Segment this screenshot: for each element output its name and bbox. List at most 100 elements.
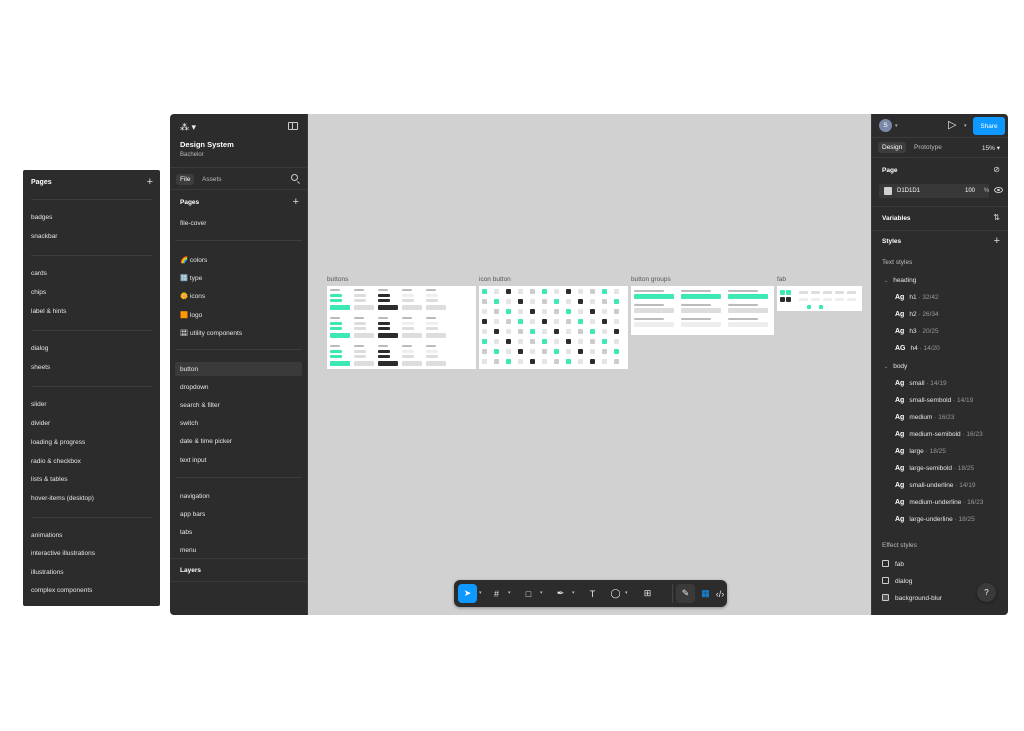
page-item[interactable]: menu <box>180 547 196 554</box>
search-icon[interactable] <box>291 174 298 181</box>
frame-label-button-groups[interactable]: button groups <box>631 276 671 283</box>
chevron-down-icon[interactable]: ▾ <box>479 590 482 596</box>
page-item[interactable]: search & filter <box>180 402 220 409</box>
panel-toggle-icon[interactable] <box>288 122 298 130</box>
page-item[interactable]: dropdown <box>180 384 209 391</box>
page-item[interactable]: 🎛 utility components <box>180 329 242 337</box>
frame-label-icon-button[interactable]: icon button <box>479 276 511 283</box>
frame-tool[interactable]: # <box>487 584 506 603</box>
tab-file[interactable]: File <box>176 174 195 185</box>
layers-section[interactable]: Layers <box>170 558 308 582</box>
text-style-item[interactable]: Ag medium-semibold · 16/23 <box>895 431 983 438</box>
page-item[interactable]: badges <box>31 214 52 221</box>
page-item[interactable]: radio & checkbox <box>31 458 81 465</box>
page-item[interactable]: illustrations <box>31 569 64 576</box>
text-style-item[interactable]: Ag medium · 16/23 <box>895 414 955 421</box>
frame-fab[interactable] <box>777 286 862 311</box>
text-style-item[interactable]: Ag small-sembold · 14/19 <box>895 397 973 404</box>
page-item[interactable]: navigation <box>180 493 210 500</box>
page-item[interactable]: cards <box>31 270 47 277</box>
zoom-level[interactable]: 15% ▾ <box>982 144 1000 152</box>
frame-label-buttons[interactable]: buttons <box>327 276 348 283</box>
page-item[interactable]: interactive illustrations <box>31 550 95 557</box>
text-tool[interactable]: T <box>583 584 602 603</box>
tab-assets[interactable]: Assets <box>198 174 226 185</box>
page-item[interactable]: complex components <box>31 587 92 594</box>
add-page-icon[interactable]: + <box>293 196 299 208</box>
chevron-down-icon[interactable]: ▾ <box>540 590 543 596</box>
frame-buttons[interactable] <box>327 286 476 369</box>
style-group-heading[interactable]: ⌄ heading <box>884 277 916 284</box>
tab-design[interactable]: Design <box>878 142 907 153</box>
page-item[interactable]: snackbar <box>31 233 57 240</box>
page-item[interactable]: sheets <box>31 364 50 371</box>
text-style-item[interactable]: Ag h2 · 26/34 <box>895 311 939 318</box>
page-item[interactable]: 🌈 colors <box>180 256 207 264</box>
page-item[interactable]: divider <box>31 420 50 427</box>
page-color-hex[interactable]: D1D1D1 <box>897 188 920 194</box>
variables-settings-icon[interactable]: ⇅ <box>993 213 1000 222</box>
add-style-icon[interactable]: + <box>994 235 1000 247</box>
text-style-item[interactable]: Ag h1 · 32/42 <box>895 294 939 301</box>
page-item[interactable]: slider <box>31 401 47 408</box>
page-item[interactable]: loading & progress <box>31 439 85 446</box>
page-item[interactable]: 🌼 icons <box>180 292 205 300</box>
canvas[interactable]: buttons icon button button groups fab ➤ … <box>308 114 871 615</box>
text-style-item[interactable]: Ag h3 · 20/25 <box>895 328 939 335</box>
chevron-down-icon[interactable]: ▾ <box>964 123 967 129</box>
page-item[interactable]: lists & tables <box>31 476 68 483</box>
components-tool[interactable]: ⊞ <box>638 584 657 603</box>
comment-tool[interactable]: ◯ <box>606 584 625 603</box>
page-item[interactable]: date & time picker <box>180 438 232 445</box>
page-item[interactable]: 🟧 logo <box>180 311 202 319</box>
page-item[interactable]: 🔠 type <box>180 274 202 282</box>
variables-header[interactable]: Variables <box>882 215 911 222</box>
share-button[interactable]: Share <box>973 117 1005 135</box>
effect-style-item[interactable]: background-blur <box>882 594 942 602</box>
page-item[interactable]: tabs <box>180 529 192 536</box>
page-item[interactable]: hover-items (desktop) <box>31 495 94 502</box>
dev-mode-toggle[interactable]: ▦ <box>696 584 715 603</box>
move-tool[interactable]: ➤ <box>458 584 477 603</box>
page-opacity[interactable]: 100 <box>965 188 975 194</box>
page-color-field[interactable]: D1D1D1 100 % <box>879 184 989 198</box>
avatar[interactable]: S <box>879 119 892 132</box>
project-title[interactable]: Design System <box>180 140 234 149</box>
draw-toggle[interactable]: ✎ <box>676 584 695 603</box>
effect-style-item[interactable]: fab <box>882 560 904 568</box>
play-icon[interactable]: ▷ <box>948 119 956 131</box>
text-style-item[interactable]: Ag large-underline · 18/25 <box>895 516 975 523</box>
help-button[interactable]: ? <box>977 583 996 602</box>
chevron-down-icon[interactable]: ▾ <box>572 590 575 596</box>
text-style-item[interactable]: Ag large · 18/25 <box>895 448 946 455</box>
page-item[interactable]: label & hints <box>31 308 66 315</box>
rectangle-tool[interactable]: □ <box>519 584 538 603</box>
styles-toggle-icon[interactable]: ⊘ <box>993 165 1000 174</box>
text-style-item[interactable]: Ag large-semibold · 18/25 <box>895 465 974 472</box>
page-item[interactable]: text input <box>180 457 206 464</box>
pen-tool[interactable]: ✒ <box>551 584 570 603</box>
text-style-item[interactable]: Ag medium-underline · 16/23 <box>895 499 983 506</box>
chevron-down-icon[interactable]: ▾ <box>625 590 628 596</box>
add-page-icon[interactable]: + <box>147 176 153 188</box>
page-item[interactable]: animations <box>31 532 62 539</box>
page-item[interactable]: chips <box>31 289 46 296</box>
text-style-item[interactable]: Ag small-underline · 14/19 <box>895 482 975 489</box>
text-style-item[interactable]: AG h4 · 14/20 <box>895 345 940 352</box>
page-item[interactable]: switch <box>180 420 198 427</box>
page-item[interactable]: app bars <box>180 511 205 518</box>
text-style-item[interactable]: Ag small · 14/19 <box>895 380 947 387</box>
chevron-down-icon[interactable]: ▾ <box>508 590 511 596</box>
style-group-body[interactable]: ⌄ body <box>884 363 907 370</box>
chevron-down-icon[interactable]: ▾ <box>895 123 898 129</box>
figma-logo-icon[interactable]: ⁂ ▾ <box>180 122 196 133</box>
code-toggle[interactable]: ‹/› <box>716 584 725 603</box>
frame-icon-button[interactable] <box>479 286 628 369</box>
page-item[interactable]: dialog <box>31 345 48 352</box>
color-swatch[interactable] <box>884 187 892 195</box>
frame-button-groups[interactable] <box>631 286 774 335</box>
page-item[interactable]: file-cover <box>180 220 206 227</box>
page-item-selected[interactable]: button <box>180 366 198 373</box>
eye-icon[interactable] <box>994 187 1003 193</box>
effect-style-item[interactable]: dialog <box>882 577 912 585</box>
